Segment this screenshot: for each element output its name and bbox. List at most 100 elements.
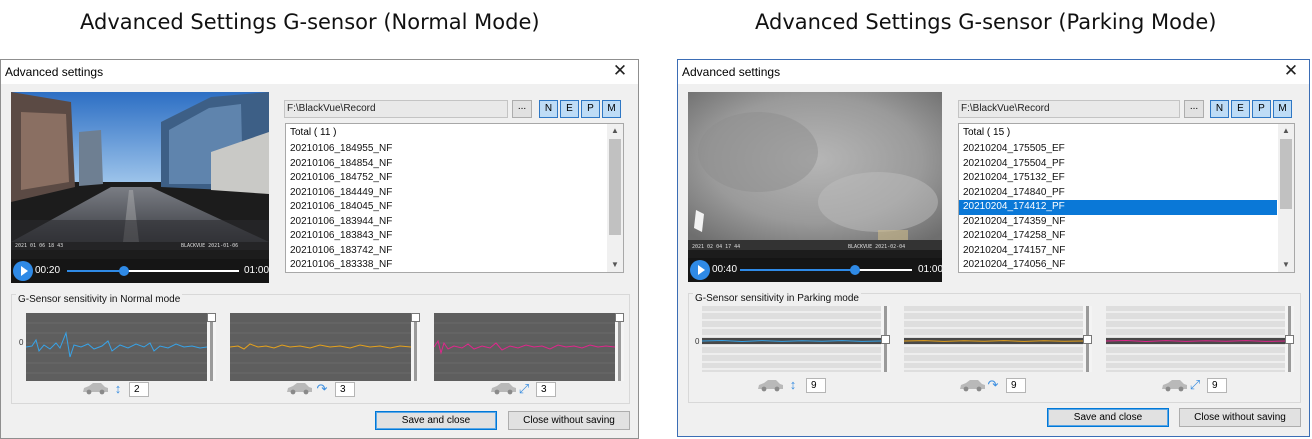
file-row[interactable]: 20210106_183338_NF (286, 258, 606, 272)
record-path-field[interactable]: F:\BlackVue\Record (284, 100, 508, 118)
file-row[interactable]: 20210106_184752_NF (286, 171, 606, 186)
slider-rail (414, 313, 417, 381)
title-bar: Advanced settings ✕ (1, 60, 638, 84)
dialog-title: Advanced settings (5, 65, 104, 79)
seek-bar[interactable] (67, 266, 239, 276)
car-icon (287, 383, 312, 395)
sensitivity-value-curved[interactable]: 9 (1006, 378, 1026, 393)
seek-knob[interactable] (118, 266, 129, 276)
slider-thumb[interactable] (1285, 334, 1294, 344)
sensitivity-slider-diagonal[interactable] (1285, 306, 1294, 372)
file-list-total: Total ( 11 ) (290, 127, 337, 138)
browse-button[interactable]: ... (1184, 100, 1204, 118)
g-sensor-graph-vertical (26, 313, 207, 381)
save-and-close-button[interactable]: Save and close (375, 411, 497, 430)
file-list[interactable]: Total ( 15 ) 20210204_175505_EF 20210204… (958, 123, 1295, 273)
play-icon[interactable] (690, 260, 710, 280)
file-list-scrollbar[interactable]: ▲ ▼ (1278, 124, 1294, 272)
title-bar: Advanced settings ✕ (678, 60, 1309, 84)
g-sensor-group-label: G-Sensor sensitivity in Normal mode (16, 294, 183, 305)
seek-knob[interactable] (850, 265, 861, 275)
sensitivity-slider-curved[interactable] (411, 313, 420, 381)
sensitivity-value-vertical[interactable]: 2 (129, 382, 149, 397)
file-row[interactable]: 20210204_175505_EF (959, 142, 1277, 157)
slider-thumb[interactable] (411, 313, 420, 322)
file-rows: 20210106_184955_NF 20210106_184854_NF 20… (286, 142, 606, 272)
sensitivity-value-vertical[interactable]: 9 (806, 378, 826, 393)
file-row[interactable]: 20210106_184045_NF (286, 200, 606, 215)
car-icon (491, 383, 516, 395)
filter-button-n[interactable]: N (1210, 100, 1229, 118)
close-icon[interactable]: ✕ (606, 60, 634, 84)
scroll-up-icon[interactable]: ▲ (607, 124, 623, 138)
file-row-selected[interactable]: 20210204_174412_PF (959, 200, 1277, 215)
time-end: 01:00 (244, 265, 269, 276)
play-icon[interactable] (13, 261, 33, 281)
seek-fill (67, 270, 124, 272)
file-row[interactable]: 20210106_184955_NF (286, 142, 606, 157)
caption-parking-mode: Advanced Settings G-sensor (Parking Mode… (755, 10, 1217, 34)
file-row[interactable]: 20210204_174359_NF (959, 215, 1277, 230)
file-row[interactable]: 20210204_174056_NF (959, 258, 1277, 272)
filter-button-p[interactable]: P (1252, 100, 1271, 118)
filter-button-n[interactable]: N (539, 100, 558, 118)
video-player: 2021 01 06 18 43 BLACKVUE 2021-01-06 00:… (11, 92, 269, 283)
file-row[interactable]: 20210106_183843_NF (286, 229, 606, 244)
zero-label: 0 (19, 338, 24, 347)
sensitivity-slider-curved[interactable] (1083, 306, 1092, 372)
file-row[interactable]: 20210204_174258_NF (959, 229, 1277, 244)
scroll-down-icon[interactable]: ▼ (1278, 258, 1294, 272)
sensitivity-value-curved[interactable]: 3 (335, 382, 355, 397)
file-row[interactable]: 20210106_183742_NF (286, 244, 606, 259)
seek-bar[interactable] (740, 265, 912, 275)
sensitivity-slider-vertical[interactable] (881, 306, 890, 372)
scroll-up-icon[interactable]: ▲ (1278, 124, 1294, 138)
car-icon (960, 380, 985, 392)
close-icon[interactable]: ✕ (1277, 60, 1305, 84)
filter-button-p[interactable]: P (581, 100, 600, 118)
sensitivity-slider-diagonal[interactable] (615, 313, 624, 381)
scroll-down-icon[interactable]: ▼ (607, 258, 623, 272)
close-without-saving-button[interactable]: Close without saving (508, 411, 630, 430)
file-row[interactable]: 20210106_184449_NF (286, 186, 606, 201)
g-sensor-group-label: G-Sensor sensitivity in Parking mode (693, 293, 861, 304)
file-row[interactable]: 20210106_183944_NF (286, 215, 606, 230)
file-row[interactable]: 20210204_174840_PF (959, 186, 1277, 201)
file-rows: 20210204_175505_EF 20210204_175504_PF 20… (959, 142, 1277, 272)
g-sensor-graph-curved (230, 313, 411, 381)
file-row[interactable]: 20210204_175132_EF (959, 171, 1277, 186)
filter-button-e[interactable]: E (560, 100, 579, 118)
file-row[interactable]: 20210204_175504_PF (959, 157, 1277, 172)
file-list[interactable]: Total ( 11 ) 20210106_184955_NF 20210106… (285, 123, 624, 273)
scroll-thumb[interactable] (609, 139, 621, 235)
record-path-field[interactable]: F:\BlackVue\Record (958, 100, 1180, 118)
video-frame: 2021 02 04 17 44 BLACKVUE 2021-02-04 (688, 92, 942, 250)
slider-thumb[interactable] (207, 313, 216, 322)
filter-button-e[interactable]: E (1231, 100, 1250, 118)
save-and-close-button[interactable]: Save and close (1047, 408, 1169, 427)
g-sensor-graph-vertical (702, 306, 881, 372)
slider-rail (210, 313, 213, 381)
caption-normal-mode: Advanced Settings G-sensor (Normal Mode) (80, 10, 540, 34)
advanced-settings-dialog-parking: Advanced settings ✕ 2021 02 04 17 44 BLA… (677, 59, 1310, 437)
curved-arrow-icon: ↷ (316, 381, 328, 396)
slider-thumb[interactable] (615, 313, 624, 322)
car-icon (1162, 380, 1187, 392)
file-row[interactable]: 20210204_174157_NF (959, 244, 1277, 259)
file-row[interactable]: 20210106_184854_NF (286, 157, 606, 172)
filter-button-m[interactable]: M (602, 100, 621, 118)
g-sensor-graph-diagonal (1106, 306, 1285, 372)
close-without-saving-button[interactable]: Close without saving (1179, 408, 1301, 427)
slider-thumb[interactable] (1083, 334, 1092, 344)
filter-button-m[interactable]: M (1273, 100, 1292, 118)
time-current: 00:20 (35, 265, 61, 276)
curved-arrow-icon: ↷ (987, 377, 999, 392)
sensitivity-value-diagonal[interactable]: 3 (536, 382, 556, 397)
slider-thumb[interactable] (881, 334, 890, 344)
sensitivity-value-diagonal[interactable]: 9 (1207, 378, 1227, 393)
file-list-scrollbar[interactable]: ▲ ▼ (607, 124, 623, 272)
browse-button[interactable]: ... (512, 100, 532, 118)
scroll-thumb[interactable] (1280, 139, 1292, 209)
sensitivity-slider-vertical[interactable] (207, 313, 216, 381)
vertical-arrows-icon: ↕ (789, 377, 797, 392)
